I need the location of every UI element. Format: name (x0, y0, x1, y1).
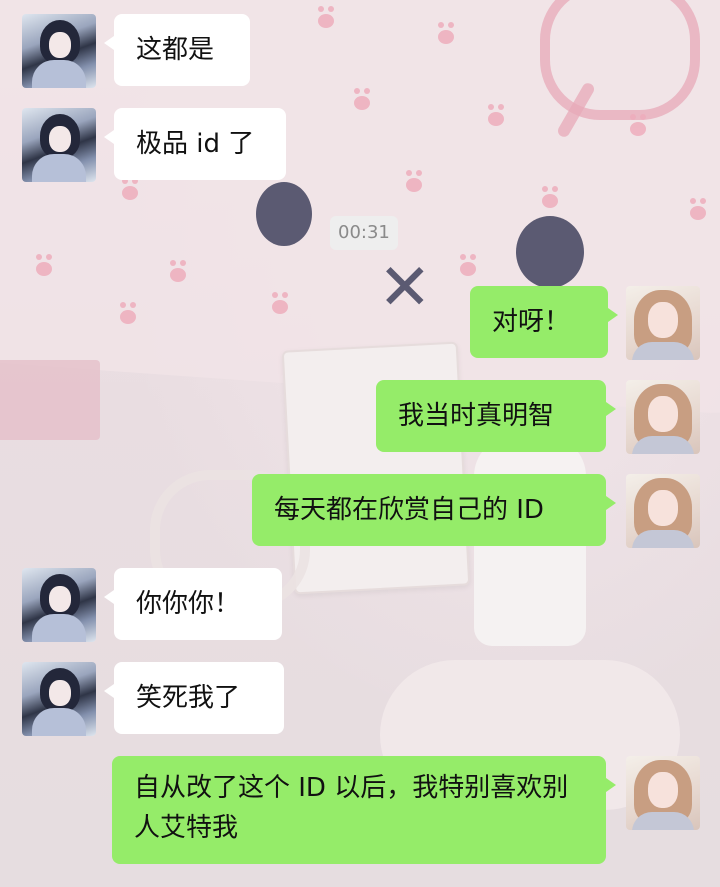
message-text: 对呀！ (492, 307, 571, 337)
pillow-nose-mark: ✕ (378, 251, 432, 325)
message-text: 这都是 (136, 35, 215, 65)
message-bubble-incoming[interactable]: 这都是 (104, 14, 250, 86)
my-avatar[interactable] (626, 286, 700, 360)
message-bubble-outgoing[interactable]: 我当时真明智 (376, 380, 616, 452)
contact-avatar[interactable] (22, 108, 96, 182)
paw-print (36, 254, 52, 276)
paw-print (170, 260, 186, 282)
paw-print (630, 114, 646, 136)
paw-print (488, 104, 504, 126)
pillow-eye-left (256, 182, 312, 246)
paw-print (542, 186, 558, 208)
paw-print (122, 178, 138, 200)
message-text: 我当时真明智 (398, 401, 555, 431)
message-text: 自从改了这个 ID 以后，我特别喜欢别人艾特我 (134, 773, 569, 843)
paw-print (438, 22, 454, 44)
time-divider: 00:31 (330, 216, 398, 250)
message-bubble-outgoing[interactable]: 自从改了这个 ID 以后，我特别喜欢别人艾特我 (112, 756, 616, 864)
my-avatar[interactable] (626, 380, 700, 454)
paw-print (120, 302, 136, 324)
paw-print (318, 6, 334, 28)
message-text: 极品 id 了 (136, 129, 255, 159)
contact-avatar[interactable] (22, 568, 96, 642)
message-bubble-incoming[interactable]: 极品 id 了 (104, 108, 286, 180)
my-avatar[interactable] (626, 474, 700, 548)
message-bubble-outgoing[interactable]: 每天都在欣赏自己的 ID (252, 474, 616, 546)
contact-avatar[interactable] (22, 14, 96, 88)
message-text: 每天都在欣赏自己的 ID (274, 495, 544, 525)
pink-box-decoration (0, 360, 100, 440)
paw-print (690, 198, 706, 220)
my-avatar[interactable] (626, 756, 700, 830)
paw-print (354, 88, 370, 110)
message-text: 你你你！ (136, 589, 241, 619)
message-bubble-incoming[interactable]: 笑死我了 (104, 662, 284, 734)
message-bubble-outgoing[interactable]: 对呀！ (470, 286, 618, 358)
paw-print (406, 170, 422, 192)
bow-decoration (540, 0, 700, 120)
paw-print (460, 254, 476, 276)
message-bubble-incoming[interactable]: 你你你！ (104, 568, 282, 640)
pillow-eye-right (516, 216, 584, 288)
contact-avatar[interactable] (22, 662, 96, 736)
message-text: 笑死我了 (136, 683, 241, 713)
paw-print (272, 292, 288, 314)
